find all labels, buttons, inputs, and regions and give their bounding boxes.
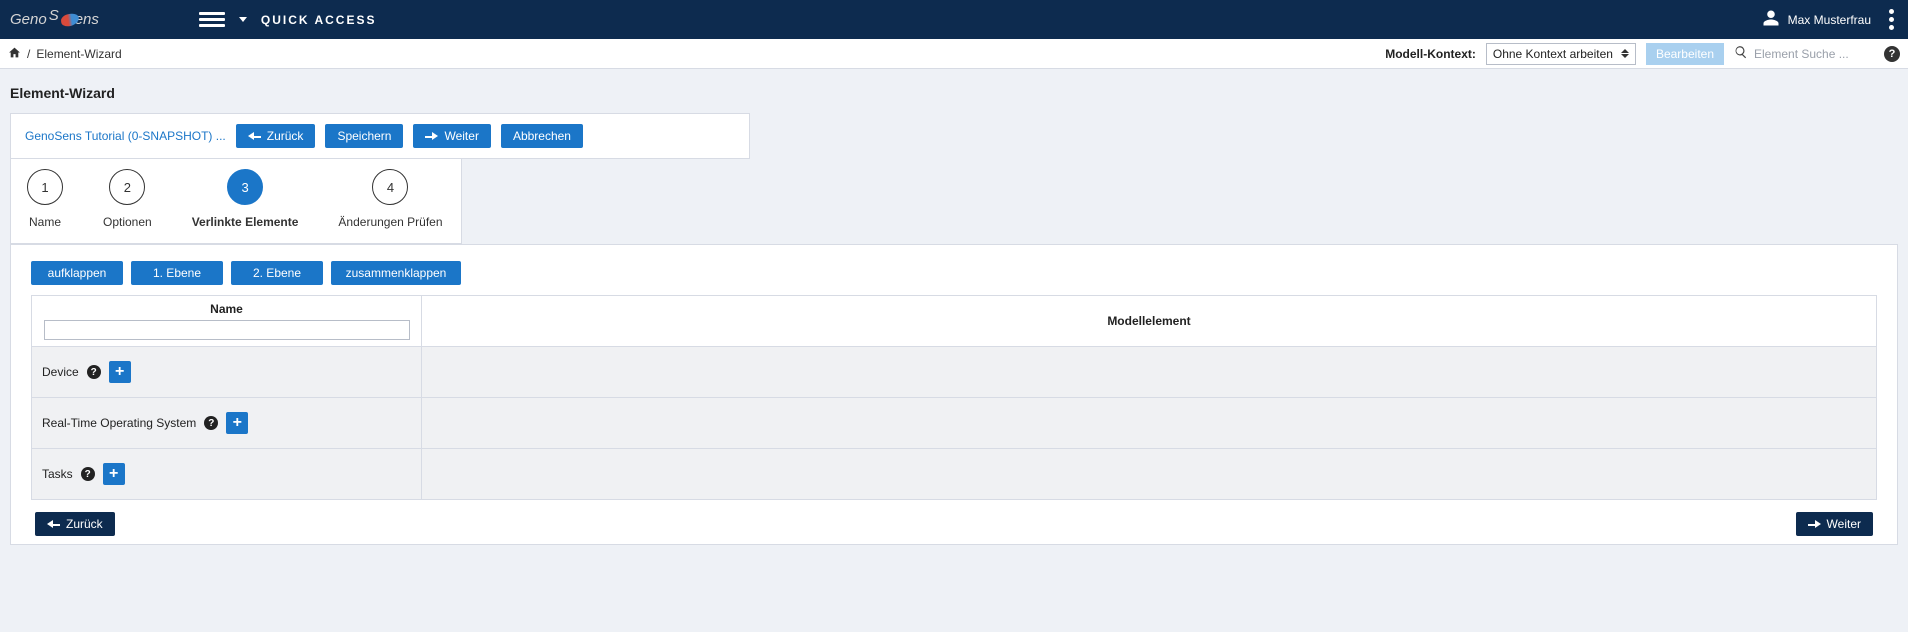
top-navbar: GenoSens QUICK ACCESS Max Musterfrau [0, 0, 1908, 39]
table-row: Tasks ? + [32, 449, 1877, 500]
tutorial-crumb[interactable]: GenoSens Tutorial (0-SNAPSHOT) ... [25, 129, 226, 143]
edit-button[interactable]: Bearbeiten [1646, 43, 1724, 65]
step-label: Name [29, 215, 61, 229]
help-icon[interactable]: ? [1884, 46, 1900, 62]
help-badge-icon[interactable]: ? [204, 416, 218, 430]
table-row: Real-Time Operating System ? + [32, 398, 1877, 449]
navbar-right: Max Musterfrau [1762, 5, 1898, 34]
row-model-cell [422, 347, 1877, 398]
arrow-left-icon [248, 129, 261, 143]
user-icon [1762, 9, 1780, 30]
footer-back-button[interactable]: Zurück [35, 512, 115, 536]
page-title: Element-Wizard [10, 85, 1898, 101]
arrow-right-icon [1808, 517, 1821, 531]
row-model-cell [422, 398, 1877, 449]
cancel-button[interactable]: Abbrechen [501, 124, 583, 148]
step-label: Verlinkte Elemente [192, 215, 299, 229]
wizard-steps: 1 Name 2 Optionen 3 Verlinkte Elemente 4… [10, 159, 462, 244]
step-circle: 3 [227, 169, 263, 205]
row-model-cell [422, 449, 1877, 500]
row-label: Device [42, 365, 79, 379]
collapse-all-button[interactable]: zusammenklappen [331, 261, 461, 285]
row-label: Tasks [42, 467, 73, 481]
tree-controls: aufklappen 1. Ebene 2. Ebene zusammenkla… [31, 261, 1877, 285]
menu-icon[interactable] [199, 7, 225, 33]
level1-button[interactable]: 1. Ebene [131, 261, 223, 285]
breadcrumb-current: Element-Wizard [36, 47, 121, 61]
add-link-button[interactable]: + [226, 412, 248, 434]
col-header-name: Name [32, 296, 422, 347]
table-row: Device ? + [32, 347, 1877, 398]
search-icon[interactable] [1734, 45, 1748, 62]
navbar-left: GenoSens QUICK ACCESS [10, 7, 376, 33]
arrow-left-icon [47, 517, 60, 531]
col-header-model: Modellelement [422, 296, 1877, 347]
app-logo: GenoSens [10, 11, 99, 28]
linked-elements-table: Name Modellelement Device ? + [31, 295, 1877, 500]
select-caret-icon [1621, 49, 1629, 58]
sub-toolbar: / Element-Wizard Modell-Kontext: Ohne Ko… [0, 39, 1908, 69]
panel-footer: Zurück Weiter [31, 500, 1877, 536]
step-label: Änderungen Prüfen [338, 215, 442, 229]
step-1[interactable]: 1 Name [27, 169, 63, 229]
context-label: Modell-Kontext: [1385, 47, 1476, 61]
context-select[interactable]: Ohne Kontext arbeiten [1486, 43, 1636, 65]
chevron-down-icon[interactable] [239, 17, 247, 22]
footer-next-button[interactable]: Weiter [1796, 512, 1873, 536]
row-label: Real-Time Operating System [42, 416, 196, 430]
context-selected: Ohne Kontext arbeiten [1493, 47, 1613, 61]
step-3[interactable]: 3 Verlinkte Elemente [192, 169, 299, 229]
wizard-action-card: GenoSens Tutorial (0-SNAPSHOT) ... Zurüc… [10, 113, 750, 159]
step-2[interactable]: 2 Optionen [103, 169, 152, 229]
search-box [1734, 45, 1874, 62]
save-button[interactable]: Speichern [325, 124, 403, 148]
help-badge-icon[interactable]: ? [87, 365, 101, 379]
breadcrumb-sep: / [27, 47, 30, 61]
page-body: Element-Wizard GenoSens Tutorial (0-SNAP… [0, 69, 1908, 555]
arrow-right-icon [425, 129, 438, 143]
quick-access-label[interactable]: QUICK ACCESS [261, 13, 377, 27]
step-circle: 2 [109, 169, 145, 205]
user-menu[interactable]: Max Musterfrau [1762, 9, 1871, 30]
subbar-right: Modell-Kontext: Ohne Kontext arbeiten Be… [1385, 43, 1900, 65]
step-circle: 1 [27, 169, 63, 205]
home-icon[interactable] [8, 46, 21, 62]
step-4[interactable]: 4 Änderungen Prüfen [338, 169, 442, 229]
step-circle: 4 [372, 169, 408, 205]
back-button[interactable]: Zurück [236, 124, 316, 148]
kebab-menu-icon[interactable] [1885, 5, 1898, 34]
level2-button[interactable]: 2. Ebene [231, 261, 323, 285]
breadcrumb: / Element-Wizard [8, 46, 122, 62]
add-link-button[interactable]: + [103, 463, 125, 485]
user-name: Max Musterfrau [1788, 13, 1871, 27]
expand-all-button[interactable]: aufklappen [31, 261, 123, 285]
name-filter-input[interactable] [44, 320, 410, 340]
search-input[interactable] [1754, 47, 1874, 61]
next-button[interactable]: Weiter [413, 124, 490, 148]
help-badge-icon[interactable]: ? [81, 467, 95, 481]
step-label: Optionen [103, 215, 152, 229]
add-link-button[interactable]: + [109, 361, 131, 383]
linked-elements-panel: aufklappen 1. Ebene 2. Ebene zusammenkla… [10, 244, 1898, 545]
